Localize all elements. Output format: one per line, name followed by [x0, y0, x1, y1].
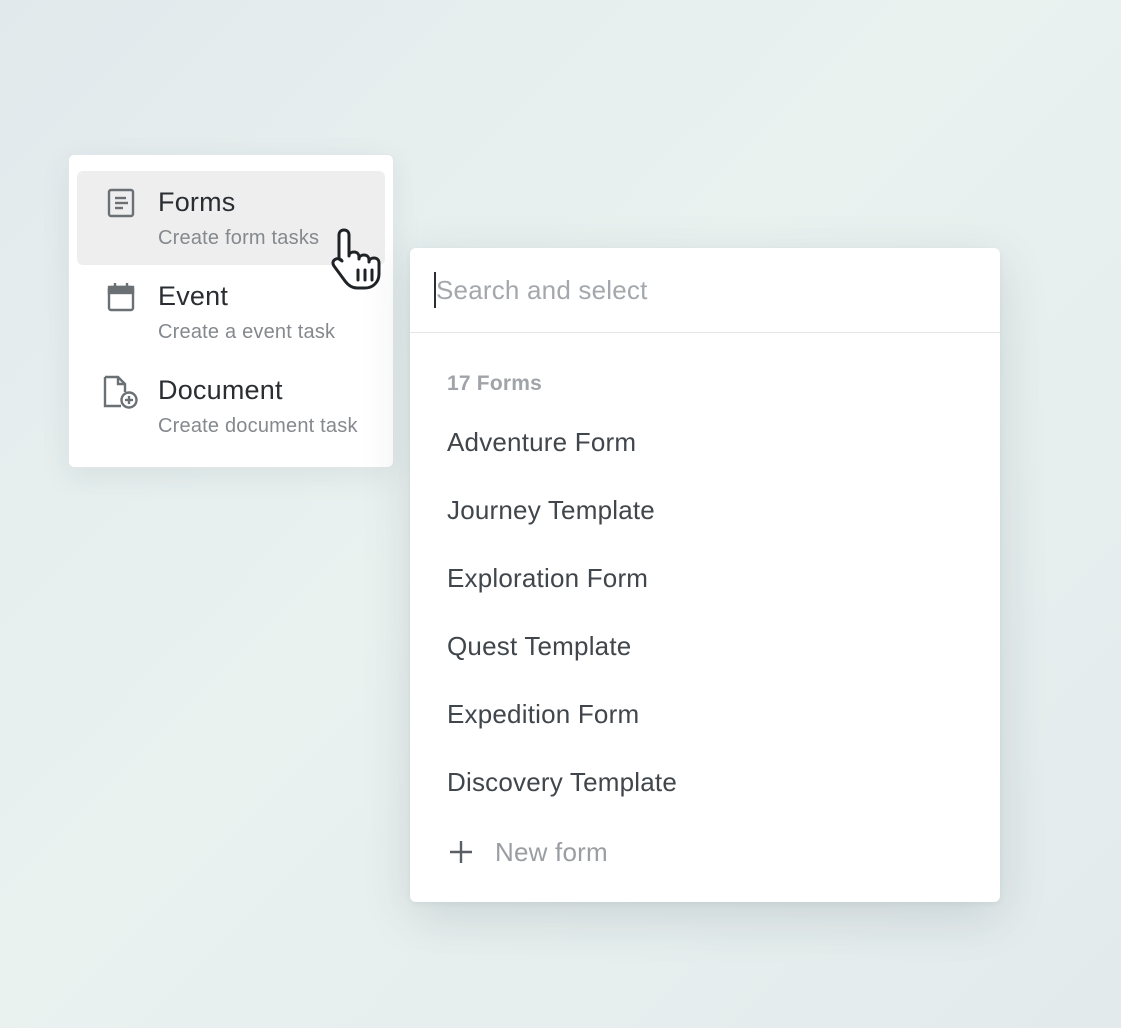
form-list-item[interactable]: Discovery Template — [410, 750, 1000, 818]
form-list-item[interactable]: Adventure Form — [410, 410, 1000, 478]
forms-count-label: 17 Forms — [447, 372, 542, 395]
task-type-menu: Forms Create form tasks Event Create a e… — [68, 154, 394, 468]
form-list-item[interactable]: Journey Template — [410, 478, 1000, 546]
menu-item-subtitle: Create document task — [158, 415, 358, 437]
document-add-icon — [101, 375, 141, 409]
form-list: Adventure Form Journey Template Explorat… — [410, 410, 1000, 818]
form-list-item[interactable]: Quest Template — [410, 614, 1000, 682]
menu-item-subtitle: Create a event task — [158, 321, 336, 343]
plus-icon — [447, 838, 475, 866]
menu-item-title: Event — [158, 281, 229, 311]
calendar-icon — [105, 281, 137, 313]
hand-pointer-icon — [328, 226, 390, 292]
new-form-button[interactable]: New form — [447, 830, 608, 874]
form-list-item[interactable]: Exploration Form — [410, 546, 1000, 614]
search-row — [410, 248, 1000, 333]
menu-item-document[interactable]: Document Create document task — [77, 359, 385, 453]
form-icon — [105, 187, 137, 219]
menu-item-title: Forms — [158, 187, 236, 217]
form-picker-popover: 17 Forms Adventure Form Journey Template… — [410, 248, 1000, 902]
form-list-item[interactable]: Expedition Form — [410, 682, 1000, 750]
menu-item-title: Document — [158, 375, 283, 405]
search-input[interactable] — [436, 268, 956, 312]
new-form-label: New form — [495, 836, 608, 867]
menu-item-subtitle: Create form tasks — [158, 227, 320, 249]
